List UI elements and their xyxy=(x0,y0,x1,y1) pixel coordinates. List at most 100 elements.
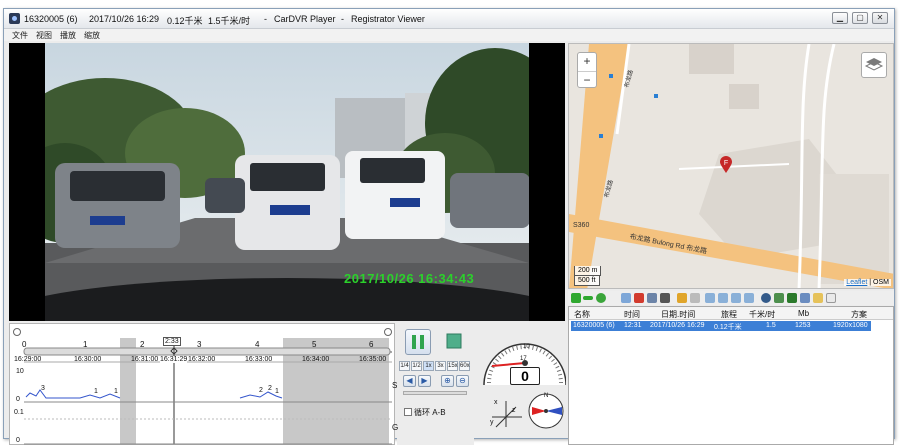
col-speed[interactable]: 千米/时 xyxy=(749,309,775,320)
volume-slider[interactable] xyxy=(403,391,467,395)
export-icon[interactable] xyxy=(677,293,687,303)
file-list-header: 名称 时间 日期.时间 旅程 千米/时 Mb 方案 xyxy=(569,307,893,320)
y-top-max: 10 xyxy=(16,368,24,375)
speed-1x-button[interactable]: 1x xyxy=(423,361,434,371)
seg-1: 1 xyxy=(83,340,88,349)
dial-tick-10: 10 xyxy=(523,344,530,350)
delete-icon[interactable] xyxy=(634,293,644,303)
zoom-out-button[interactable]: − xyxy=(578,71,596,89)
cut-icon[interactable] xyxy=(690,293,700,303)
seg-6: 6 xyxy=(369,340,374,349)
table-row[interactable]: 16320005 (6) 12:31 2017/10/26 16:29 0.12… xyxy=(571,321,871,331)
timeline-panel[interactable]: 0 1 2 2:33 3 4 5 6 16:29:00 16:30:00 16:… xyxy=(9,323,395,445)
document-icon[interactable] xyxy=(826,293,836,303)
maximize-icon: ▢ xyxy=(856,13,864,22)
row-speed: 1.5 xyxy=(766,322,776,329)
col-trip[interactable]: 旅程 xyxy=(721,309,737,320)
mark-5: 2 xyxy=(268,385,272,392)
accel-axis-z: z xyxy=(512,407,516,414)
seg-4: 4 xyxy=(255,340,260,349)
mark-2: 1 xyxy=(94,388,98,395)
copy-icon[interactable] xyxy=(621,293,631,303)
maximize-button[interactable]: ▢ xyxy=(852,12,868,24)
leaflet-link[interactable]: Leaflet xyxy=(846,279,867,286)
time-1: 16:30:00 xyxy=(74,356,102,363)
playback-controls: S G 1/4 1/2 1x 3x 15x 60x ◀ ▶ ⊕ ⊖ 循环 A-B xyxy=(392,323,474,445)
menu-file[interactable]: 文件 xyxy=(12,30,28,41)
title-bar[interactable]: 16320005 (6) 2017/10/26 16:29 0.12千米 1.5… xyxy=(4,9,894,29)
zoom-out-video-button[interactable]: ⊖ xyxy=(456,375,469,387)
title-speed: 1.5千米/时 xyxy=(208,16,251,26)
speed-3x-button[interactable]: 3x xyxy=(435,361,446,371)
y-top-min: 0 xyxy=(16,396,20,403)
speed-half-button[interactable]: 1/2 xyxy=(411,361,422,371)
speed-15x-button[interactable]: 15x xyxy=(447,361,458,371)
title-date: 2017/10/26 16:29 xyxy=(89,14,160,24)
col-name[interactable]: 名称 xyxy=(574,309,590,320)
track-icon[interactable] xyxy=(787,293,797,303)
loop-checkbox[interactable] xyxy=(404,408,412,416)
speed-quarter-button[interactable]: 1/4 xyxy=(399,361,410,371)
file-list[interactable]: 名称 时间 日期.时间 旅程 千米/时 Mb 方案 16320005 (6) 1… xyxy=(568,306,894,445)
menu-zoom[interactable]: 缩放 xyxy=(84,30,100,41)
col-time[interactable]: 时间 xyxy=(624,309,640,320)
title-viewer: Registrator Viewer xyxy=(351,14,425,24)
layers-icon xyxy=(864,58,884,71)
map-marker[interactable]: F xyxy=(719,156,733,174)
timeline-zoom-in-icon[interactable] xyxy=(384,328,392,336)
speed-60x-button[interactable]: 60x xyxy=(459,361,470,371)
col-mb[interactable]: Mb xyxy=(798,309,809,318)
accel-axis-y: y xyxy=(490,419,494,426)
remove-icon[interactable] xyxy=(583,296,593,300)
close-icon: ✕ xyxy=(876,13,884,22)
pause-button[interactable] xyxy=(405,329,431,355)
map-pin-icon: F xyxy=(720,156,732,173)
video-player[interactable]: 2017/10/26 16:34:43 xyxy=(9,43,565,321)
fit-icon[interactable] xyxy=(718,293,728,303)
loop-label: 循环 A-B xyxy=(414,408,446,417)
menu-play[interactable]: 播放 xyxy=(60,30,76,41)
loop-ab-toggle[interactable]: 循环 A-B xyxy=(404,407,446,418)
add-icon[interactable] xyxy=(571,293,581,303)
refresh-icon[interactable] xyxy=(596,293,606,303)
col-datetime[interactable]: 日期.时间 xyxy=(661,309,695,320)
folder-icon[interactable] xyxy=(813,293,823,303)
close-button[interactable]: ✕ xyxy=(872,12,888,24)
minimize-button[interactable]: ▁ xyxy=(832,12,848,24)
map-view[interactable]: + − S360 布龙路 Bulong Rd 布龙路 布龙路 布龙路 F 200… xyxy=(568,43,894,289)
magnifier-plus-icon: ⊕ xyxy=(444,376,451,385)
camera-icon[interactable] xyxy=(660,293,670,303)
time-2: 16:31:00 xyxy=(131,356,159,363)
zoom-in-button[interactable]: + xyxy=(578,53,596,71)
globe-icon[interactable] xyxy=(761,293,771,303)
magnifier-minus-icon: ⊖ xyxy=(459,376,466,385)
map-label-s360: S360 xyxy=(573,222,590,229)
grid-icon[interactable] xyxy=(744,293,754,303)
time-6: 16:35:00 xyxy=(359,356,387,363)
chart-icon[interactable] xyxy=(800,293,810,303)
save-icon[interactable] xyxy=(647,293,657,303)
zoom-in-video-button[interactable]: ⊕ xyxy=(441,375,454,387)
next-frame-button[interactable]: ▶ xyxy=(418,375,431,387)
timeline-zoom-out-icon[interactable] xyxy=(13,328,21,336)
map-scale-imperial: 500 ft xyxy=(574,276,600,286)
time-3: 16:32:00 xyxy=(188,356,216,363)
menu-view[interactable]: 视图 xyxy=(36,30,52,41)
row-trip: 0.12千米 xyxy=(714,324,742,331)
playhead-label: 2:33 xyxy=(163,337,181,346)
frame-icon[interactable] xyxy=(705,293,715,303)
compass-north: N xyxy=(544,393,549,399)
menu-bar: 文件 视图 播放 缩放 xyxy=(4,29,894,41)
prev-frame-button[interactable]: ◀ xyxy=(403,375,416,387)
col-resolution[interactable]: 方案 xyxy=(851,309,867,320)
window-icon[interactable] xyxy=(731,293,741,303)
time-4: 16:33:00 xyxy=(245,356,273,363)
map-icon[interactable] xyxy=(774,293,784,303)
mark-3: 1 xyxy=(114,388,118,395)
row-resolution: 1920x1080 xyxy=(833,322,868,329)
osm-attribution: | OSM xyxy=(869,279,889,286)
stop-button[interactable] xyxy=(442,329,468,355)
track-g-label: G xyxy=(392,423,399,432)
title-distance: 0.12千米 xyxy=(167,16,203,26)
map-layers-button[interactable] xyxy=(861,52,887,78)
